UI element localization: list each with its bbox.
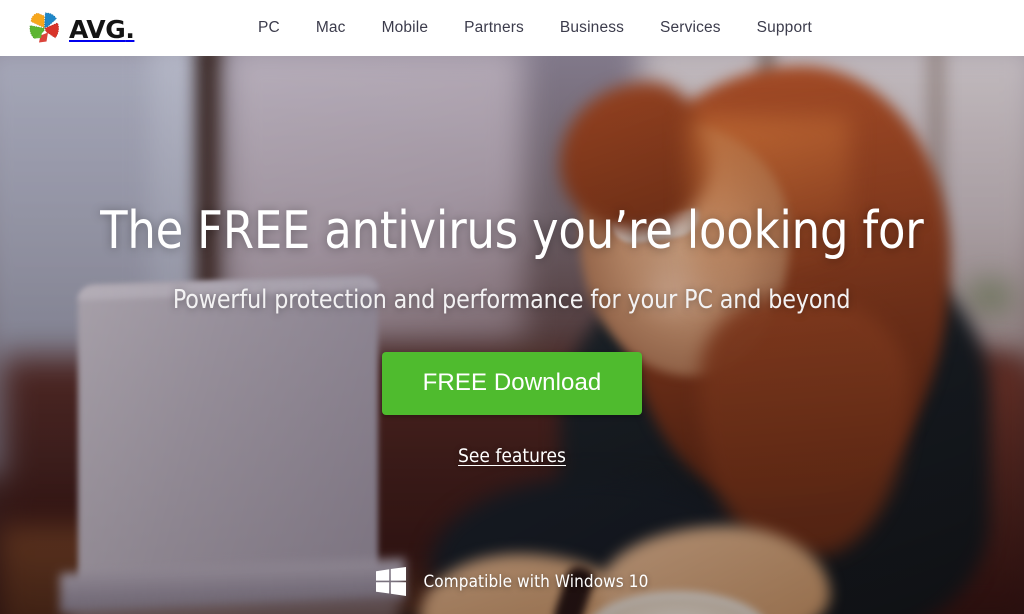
nav-item-business[interactable]: Business — [542, 13, 642, 43]
hero-section: The FREE antivirus you’re looking for Po… — [0, 56, 1024, 614]
nav-item-pc[interactable]: PC — [240, 13, 298, 43]
main-navigation: PC Mac Mobile Partners Business Services… — [0, 0, 1024, 56]
nav-item-mobile[interactable]: Mobile — [364, 13, 447, 43]
nav-item-services[interactable]: Services — [642, 13, 739, 43]
nav-item-mac[interactable]: Mac — [298, 13, 364, 43]
windows-logo-icon — [375, 567, 406, 596]
free-download-button[interactable]: FREE Download — [381, 351, 643, 415]
nav-item-support[interactable]: Support — [739, 13, 830, 43]
hero-subheadline: Powerful protection and performance for … — [173, 284, 851, 315]
hero-headline: The FREE antivirus you’re looking for — [100, 201, 924, 261]
nav-item-partners[interactable]: Partners — [446, 13, 542, 43]
windows-compatibility-note: Compatible with Windows 10 — [0, 567, 1024, 596]
windows-compatibility-text: Compatible with Windows 10 — [423, 571, 649, 592]
hero-content: The FREE antivirus you’re looking for Po… — [0, 56, 1024, 614]
see-features-link[interactable]: See features — [458, 445, 566, 467]
page-root: AVG. PC Mac Mobile Partners Business Ser… — [0, 0, 1024, 614]
site-header: AVG. PC Mac Mobile Partners Business Ser… — [0, 0, 1024, 56]
